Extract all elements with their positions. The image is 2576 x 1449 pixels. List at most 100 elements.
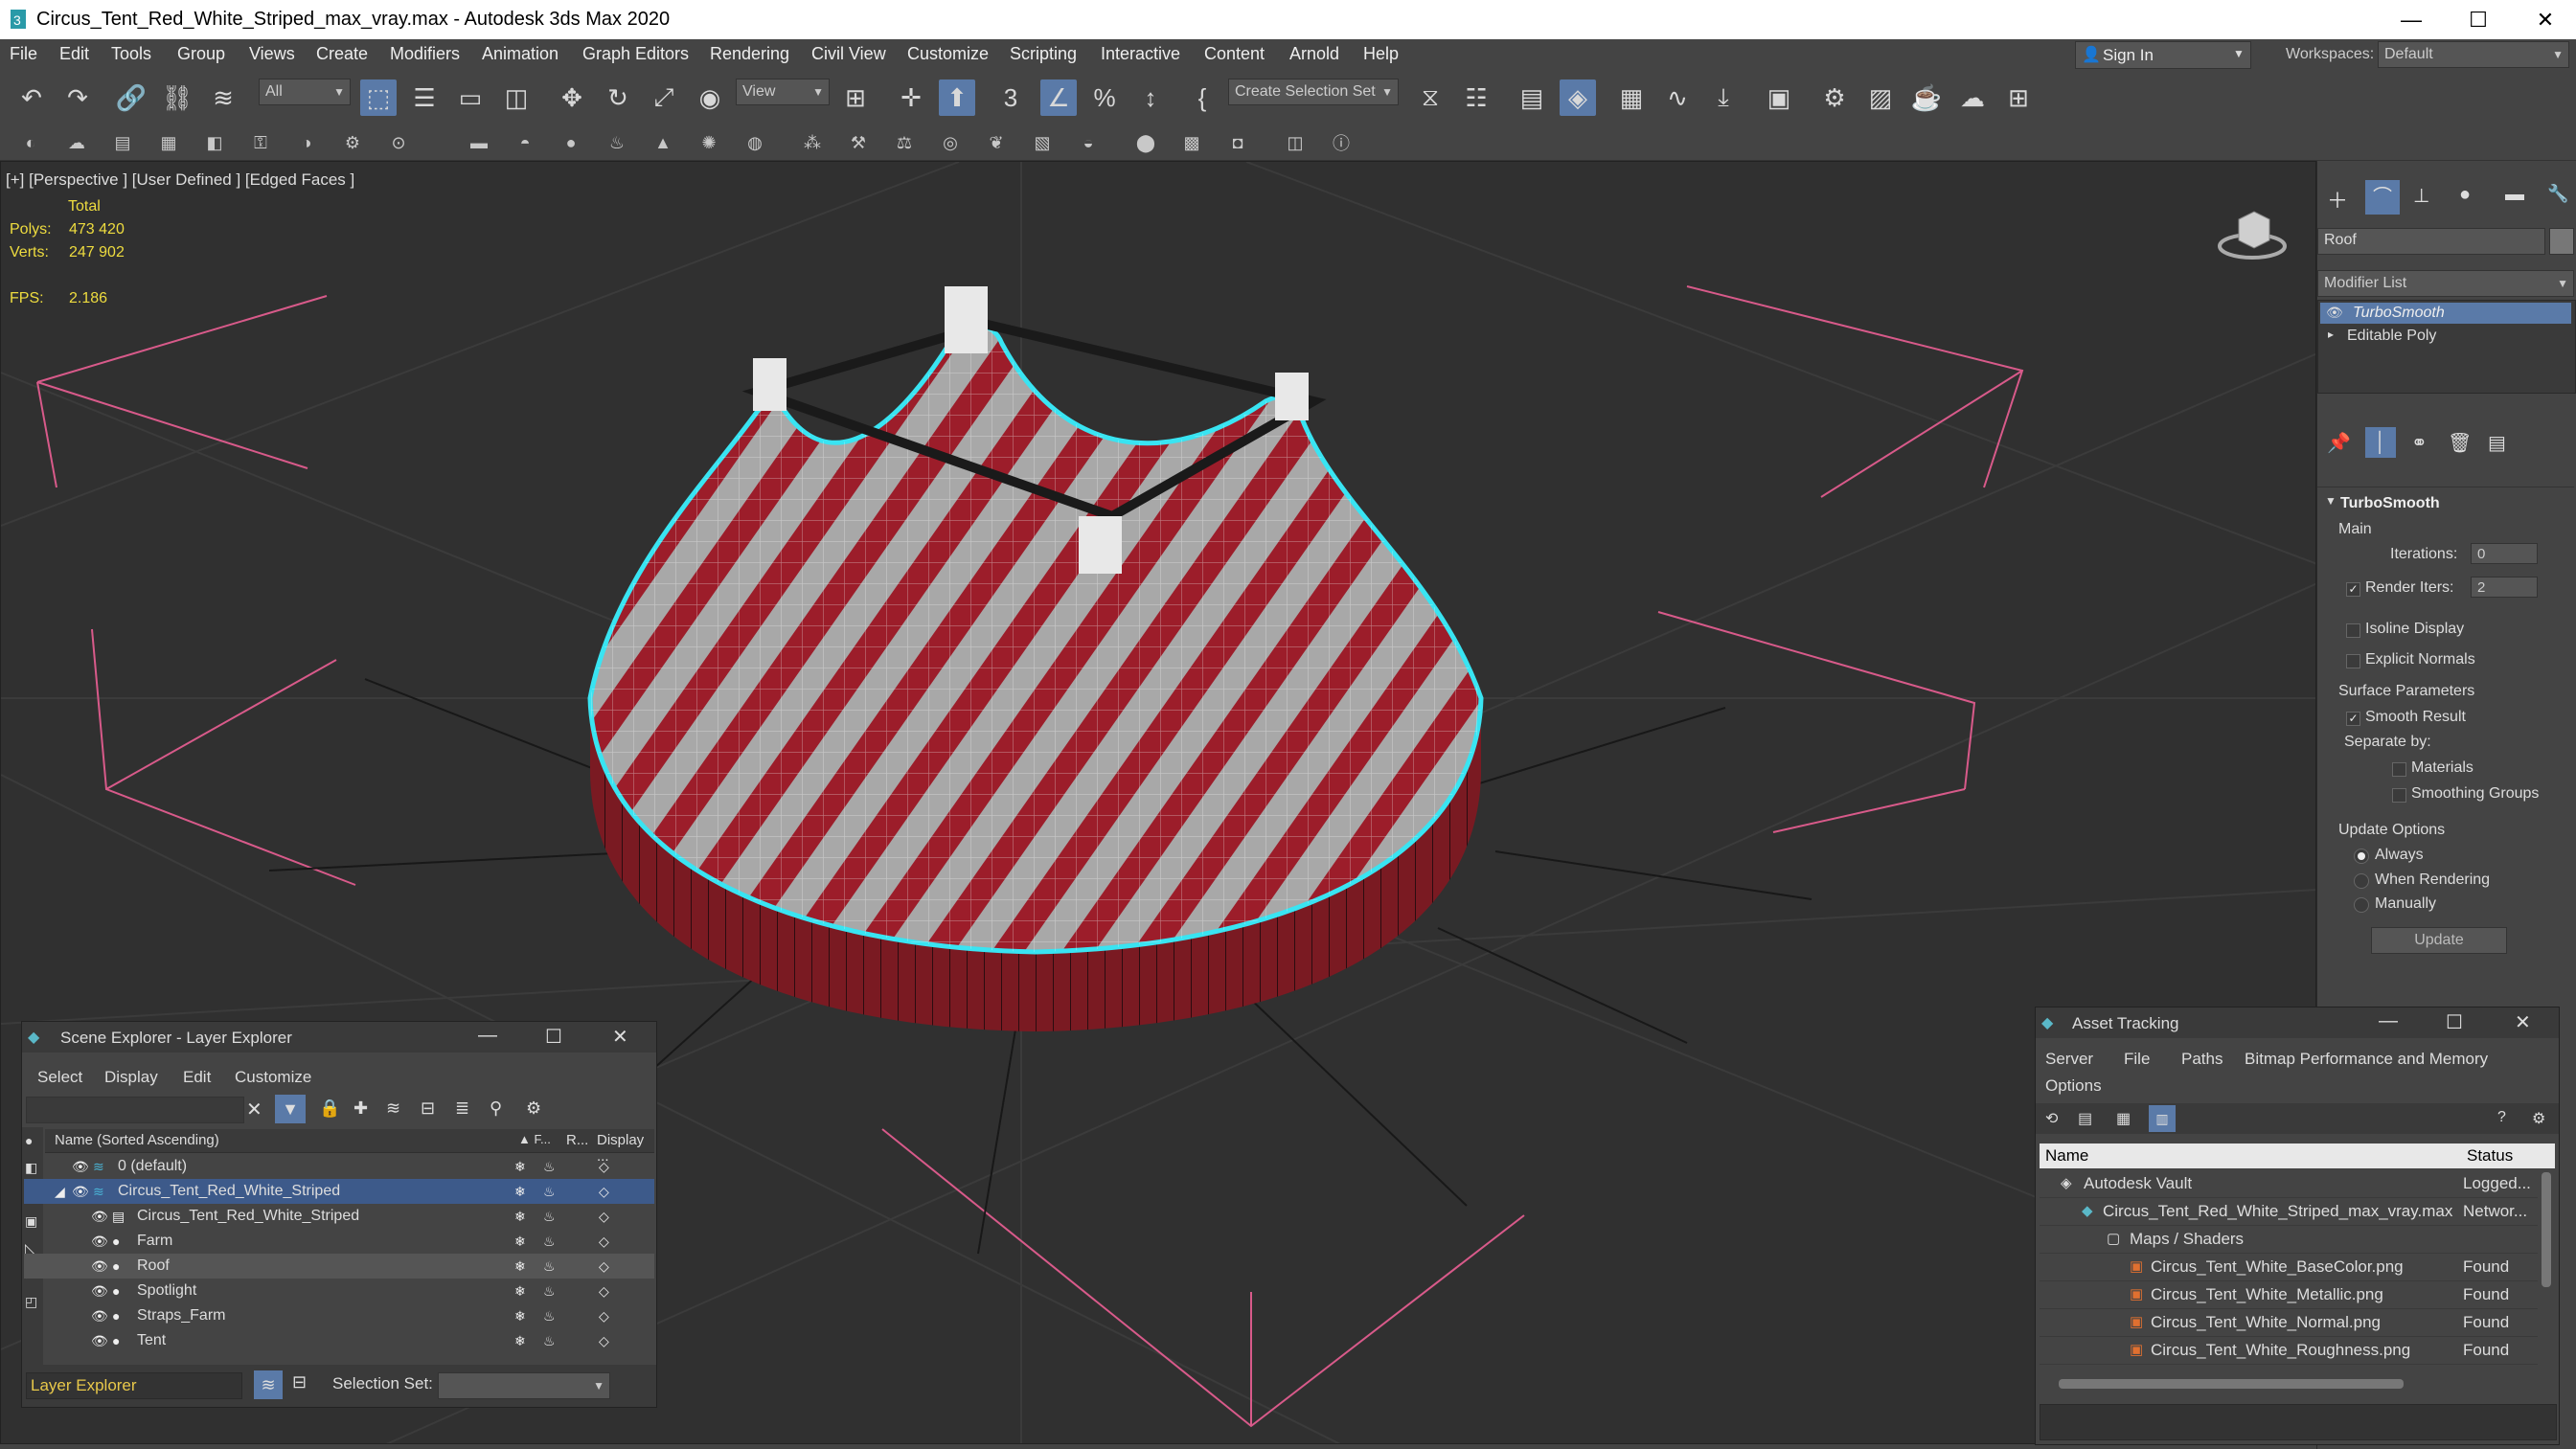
- minimize-button[interactable]: —: [2382, 4, 2440, 36]
- display-box-icon[interactable]: ◇: [599, 1154, 609, 1179]
- horizontal-scrollbar[interactable]: [2059, 1379, 2404, 1389]
- maximize-icon[interactable]: ☐: [2446, 1010, 2463, 1034]
- menu-edit[interactable]: Edit: [59, 44, 89, 64]
- select-object-icon[interactable]: ⬚: [360, 79, 397, 116]
- edit-named-selection-icon[interactable]: {: [1184, 79, 1220, 116]
- collapse-icon[interactable]: ▼: [2325, 494, 2337, 508]
- update-button[interactable]: Update: [2371, 927, 2507, 954]
- column-name-header[interactable]: Name (Sorted Ascending): [55, 1132, 219, 1148]
- bind-space-warp-icon[interactable]: ≋: [205, 79, 241, 116]
- render-setup-icon[interactable]: ⚙: [1816, 79, 1853, 116]
- menu-bitmap-performance[interactable]: Bitmap Performance and Memory: [2245, 1050, 2488, 1069]
- eye-icon[interactable]: 👁: [2326, 305, 2343, 321]
- object-name-field[interactable]: Roof: [2317, 228, 2545, 255]
- menu-interactive[interactable]: Interactive: [1101, 44, 1180, 64]
- schematic-view-icon[interactable]: ⤓: [1705, 79, 1742, 116]
- selection-set-dropdown[interactable]: ▼: [438, 1372, 610, 1399]
- hierarchy-tab-icon[interactable]: ⊥: [2413, 184, 2429, 208]
- redo-icon[interactable]: ↷: [59, 79, 96, 116]
- smoothing-groups-checkbox[interactable]: [2392, 788, 2406, 803]
- modify-tab-icon[interactable]: ⌒: [2365, 180, 2400, 215]
- iterations-spinner[interactable]: 0: [2471, 543, 2538, 564]
- container-icon[interactable]: ◐: [17, 129, 44, 156]
- material-editor-icon[interactable]: ▣: [1761, 79, 1797, 116]
- render-iters-spinner[interactable]: 2: [2471, 577, 2538, 598]
- scene-explorer-titlebar[interactable]: ◆ Scene Explorer - Layer Explorer — ☐ ✕: [22, 1022, 656, 1053]
- menu-paths[interactable]: Paths: [2181, 1050, 2223, 1069]
- menu-select[interactable]: Select: [37, 1068, 82, 1087]
- sun-icon[interactable]: ✺: [695, 129, 722, 156]
- visibility-eye-icon[interactable]: 👁: [91, 1204, 108, 1229]
- menu-customize[interactable]: Customize: [235, 1068, 311, 1087]
- freeze-icon[interactable]: ❄: [514, 1204, 526, 1229]
- display-box-icon[interactable]: ◇: [599, 1303, 609, 1328]
- render-teapot-icon[interactable]: ♨: [543, 1179, 556, 1204]
- visibility-eye-icon[interactable]: 👁: [91, 1303, 108, 1328]
- asset-tracking-titlebar[interactable]: ◆ Asset Tracking — ☐ ✕: [2036, 1008, 2559, 1038]
- viewcube[interactable]: [2214, 200, 2291, 267]
- close-button[interactable]: ✕: [2517, 4, 2574, 36]
- add-to-layer-icon[interactable]: ≋: [386, 1098, 400, 1119]
- layer-row[interactable]: 👁 ≋ 0 (default) ❄ ♨ ◇: [24, 1154, 654, 1179]
- minimize-icon[interactable]: —: [2379, 1010, 2398, 1032]
- object-row[interactable]: 👁 ● Straps_Farm ❄ ♨ ◇: [24, 1303, 654, 1328]
- tree-view-icon[interactable]: ▥: [2149, 1105, 2176, 1132]
- key-icon[interactable]: ⚿: [247, 129, 274, 156]
- menu-animation[interactable]: Animation: [482, 44, 559, 64]
- spinner-snap-icon[interactable]: ↕: [1132, 79, 1169, 116]
- rotate-icon[interactable]: ↻: [600, 79, 636, 116]
- sphere-light-icon[interactable]: ●: [558, 129, 584, 156]
- menu-scripting[interactable]: Scripting: [1010, 44, 1077, 64]
- menu-help[interactable]: Help: [1363, 44, 1399, 64]
- table-icon[interactable]: ▦: [155, 129, 182, 156]
- sort-tree-icon[interactable]: ⊟: [292, 1372, 307, 1392]
- menu-server[interactable]: Server: [2045, 1050, 2093, 1069]
- render-teapot-icon[interactable]: ♨: [543, 1254, 556, 1279]
- menu-arnold[interactable]: Arnold: [1289, 44, 1339, 64]
- render-teapot-icon[interactable]: ♨: [543, 1279, 556, 1303]
- layer-icon[interactable]: ◧: [201, 129, 228, 156]
- freeze-icon[interactable]: ❄: [514, 1179, 526, 1204]
- materials-checkbox[interactable]: [2392, 762, 2406, 777]
- cloud-icon[interactable]: ☁: [63, 129, 90, 156]
- select-manipulate-icon[interactable]: ✛: [893, 79, 929, 116]
- explicit-normals-checkbox[interactable]: [2346, 654, 2360, 668]
- smooth-result-checkbox[interactable]: ✓: [2346, 712, 2360, 726]
- list-view-icon[interactable]: ▦: [2116, 1109, 2131, 1128]
- freeze-icon[interactable]: ❄: [514, 1279, 526, 1303]
- select-by-name-icon[interactable]: ☰: [406, 79, 443, 116]
- freeze-icon[interactable]: ❄: [514, 1229, 526, 1254]
- menu-options[interactable]: Options: [2045, 1076, 2102, 1096]
- help-icon[interactable]: ?: [2497, 1109, 2506, 1126]
- reference-coordinate-dropdown[interactable]: View ▼: [736, 79, 830, 105]
- minimize-icon[interactable]: —: [478, 1025, 497, 1047]
- sort-icon[interactable]: ●: [25, 1133, 33, 1148]
- place-icon[interactable]: ◉: [692, 79, 728, 116]
- film-icon[interactable]: ⚙: [339, 129, 366, 156]
- menu-group[interactable]: Group: [177, 44, 225, 64]
- visibility-eye-icon[interactable]: 👁: [91, 1254, 108, 1279]
- render-teapot-icon[interactable]: ♨: [543, 1154, 556, 1179]
- close-icon[interactable]: ✕: [2515, 1010, 2531, 1034]
- settings-icon[interactable]: ⚙: [2532, 1109, 2545, 1128]
- when-rendering-radio[interactable]: [2354, 873, 2369, 889]
- column-render-header[interactable]: R...: [566, 1132, 588, 1148]
- light-icon[interactable]: ⊙: [385, 129, 412, 156]
- vertical-scrollbar[interactable]: [2542, 1172, 2551, 1287]
- show-end-result-icon[interactable]: │: [2365, 427, 2396, 458]
- render-teapot-icon[interactable]: ♨: [543, 1204, 556, 1229]
- make-unique-icon[interactable]: ⚭: [2411, 431, 2428, 455]
- highlight-icon[interactable]: ⚲: [490, 1098, 502, 1119]
- display-box-icon[interactable]: ◇: [599, 1204, 609, 1229]
- proxy-icon[interactable]: ⚒: [845, 129, 872, 156]
- collapse-arrow-icon[interactable]: ◢: [55, 1179, 65, 1204]
- asset-row[interactable]: ◈ Autodesk Vault Logged...: [2040, 1170, 2538, 1198]
- plane-icon[interactable]: ▬: [466, 129, 492, 156]
- toggle-ribbon-icon[interactable]: ▦: [1613, 79, 1650, 116]
- menu-edit[interactable]: Edit: [183, 1068, 211, 1087]
- link-icon[interactable]: 🔗: [113, 79, 149, 116]
- menu-file[interactable]: File: [2124, 1050, 2150, 1069]
- freeze-icon[interactable]: ❄: [514, 1328, 526, 1353]
- visibility-eye-icon[interactable]: 👁: [91, 1279, 108, 1303]
- fur-icon[interactable]: ⁂: [799, 129, 826, 156]
